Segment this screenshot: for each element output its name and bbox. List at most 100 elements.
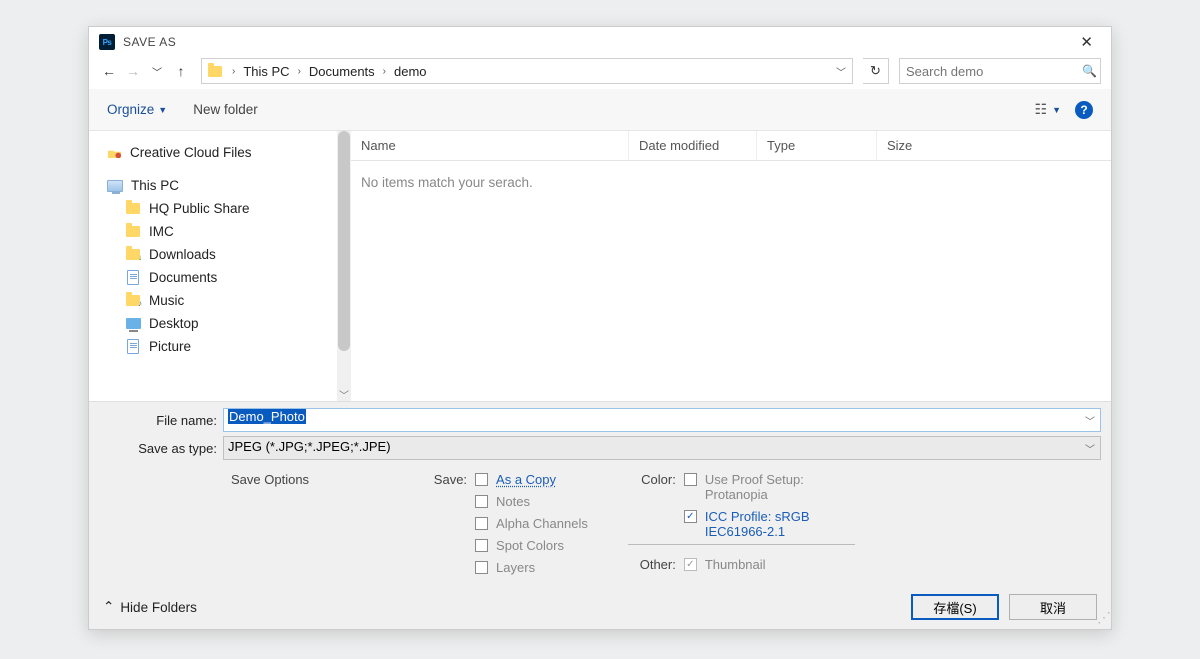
help-icon[interactable]: ? [1075,101,1093,119]
tree-item-label: IMC [149,224,174,239]
tree-item-label: Documents [149,270,217,285]
tree-item-this-pc[interactable]: This PC [107,174,337,197]
downloads-folder-icon [125,248,141,262]
tree-item-picture[interactable]: Picture [107,335,337,358]
option-alpha: Alpha Channels [496,516,588,531]
tree-item-hq-public[interactable]: HQ Public Share [107,197,337,220]
pictures-icon [125,340,141,354]
nav-row: ← → ﹀ ↑ › This PC › Documents › demo ﹀ ↻… [89,57,1111,89]
tree-item-imc[interactable]: IMC [107,220,337,243]
search-input[interactable] [906,64,1082,79]
pc-icon [107,179,123,193]
checkbox-layers[interactable] [475,561,488,574]
forward-icon[interactable]: → [123,61,143,81]
filename-input[interactable]: Demo_Photo [223,408,1101,432]
back-icon[interactable]: ← [99,61,119,81]
checkbox-alpha[interactable] [475,517,488,530]
organize-label: Orgnize [107,102,154,117]
caret-down-icon: ▼ [158,105,167,115]
empty-message: No items match your serach. [351,161,1111,204]
breadcrumb-item[interactable]: Documents [307,64,377,79]
checkbox-proof-setup[interactable] [684,473,697,486]
breadcrumb-dropdown-icon[interactable]: ﹀ [830,64,852,79]
folder-tree: Creative Cloud Files This PC HQ Public S… [89,131,337,401]
column-name[interactable]: Name [351,131,629,160]
caret-down-icon: ▼ [1052,105,1061,115]
column-type[interactable]: Type [757,131,877,160]
column-size[interactable]: Size [877,131,997,160]
tree-item-label: Music [149,293,184,308]
organize-button[interactable]: Orgnize ▼ [107,102,167,117]
tree-item-desktop[interactable]: Desktop [107,312,337,335]
tree-scrollbar[interactable]: ﹀ [337,131,351,401]
filetype-select[interactable]: JPEG (*.JPG;*.JPEG;*.JPE) [223,436,1101,460]
checkbox-icc-profile[interactable] [684,510,697,523]
filename-label: File name: [99,413,217,428]
save-label: Save: [419,472,467,487]
body: Creative Cloud Files This PC HQ Public S… [89,131,1111,401]
cloud-folder-icon [107,147,122,159]
scroll-down-icon[interactable]: ﹀ [337,387,351,401]
checkbox-spot[interactable] [475,539,488,552]
checkbox-thumbnail[interactable] [684,558,697,571]
other-label: Other: [628,557,676,572]
chevron-right-icon: › [226,66,241,77]
tree-item-downloads[interactable]: Downloads [107,243,337,266]
cancel-button[interactable]: 取消 [1009,594,1097,620]
hide-folders-button[interactable]: ⌃ Hide Folders [103,599,197,615]
resize-grip-icon[interactable]: ⋰ [1097,615,1109,627]
search-icon[interactable]: 🔍 [1082,64,1097,78]
option-notes: Notes [496,494,530,509]
tree-item-documents[interactable]: Documents [107,266,337,289]
checkbox-notes[interactable] [475,495,488,508]
list-view-icon: ☷ [1035,101,1048,118]
tree-item-label: Downloads [149,247,216,262]
view-button[interactable]: ☷ ▼ [1035,101,1061,118]
footer: ⌃ Hide Folders 存檔(S) 取消 [89,585,1111,629]
refresh-icon[interactable]: ↻ [863,58,889,84]
save-as-dialog: Ps SAVE AS ✕ ← → ﹀ ↑ › This PC › Documen… [88,26,1112,630]
column-date[interactable]: Date modified [629,131,757,160]
tree-item-label: This PC [131,178,179,193]
option-thumbnail: Thumbnail [705,557,766,572]
option-proof: Use Proof Setup: Protanopia [705,472,855,502]
tree-item-label: Desktop [149,316,199,331]
documents-icon [125,271,141,285]
breadcrumb[interactable]: › This PC › Documents › demo ﹀ [201,58,853,84]
hide-folders-label: Hide Folders [120,600,197,615]
column-headers: Name Date modified Type Size [351,131,1111,161]
photoshop-icon: Ps [99,34,115,50]
toolbar: Orgnize ▼ New folder ☷ ▼ ? [89,89,1111,131]
color-label: Color: [628,472,676,487]
desktop-icon [125,317,141,331]
checkbox-as-a-copy[interactable] [475,473,488,486]
new-folder-button[interactable]: New folder [193,102,258,117]
chevron-right-icon: › [292,66,307,77]
save-options-header: Save Options [231,472,309,575]
option-layers: Layers [496,560,535,575]
tree-item-creative-cloud[interactable]: Creative Cloud Files [107,141,337,164]
chevron-up-icon: ⌃ [103,599,114,615]
breadcrumb-item[interactable]: demo [392,64,429,79]
up-icon[interactable]: ↑ [171,61,191,81]
music-folder-icon [125,294,141,308]
chevron-right-icon: › [377,66,392,77]
tree-item-label: Picture [149,339,191,354]
folder-icon [206,62,224,80]
save-button[interactable]: 存檔(S) [911,594,999,620]
filetype-label: Save as type: [99,441,217,456]
option-as-a-copy: As a Copy [496,472,556,487]
folder-icon [125,202,141,216]
scrollbar-thumb[interactable] [338,131,350,351]
window-title: SAVE AS [123,35,176,49]
option-spot: Spot Colors [496,538,564,553]
tree-item-music[interactable]: Music [107,289,337,312]
breadcrumb-item[interactable]: This PC [241,64,291,79]
recent-dropdown-icon[interactable]: ﹀ [147,61,167,81]
folder-icon [125,225,141,239]
tree-item-label: Creative Cloud Files [130,145,252,160]
bottom-panel: File name: Demo_Photo ﹀ Save as type: JP… [89,401,1111,585]
search-field[interactable]: 🔍 [899,58,1101,84]
close-icon[interactable]: ✕ [1072,31,1101,53]
tree-item-label: HQ Public Share [149,201,250,216]
